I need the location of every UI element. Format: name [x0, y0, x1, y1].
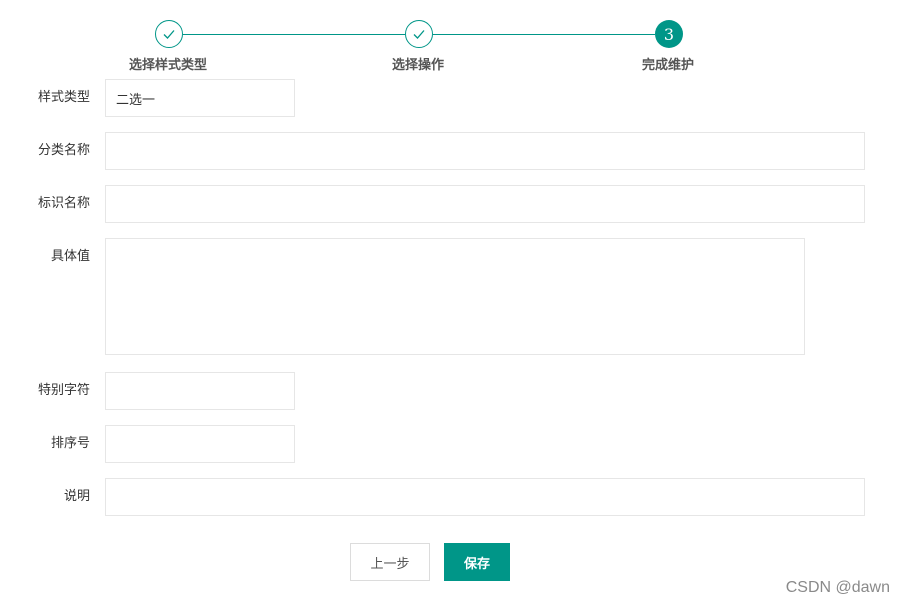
special-char-input[interactable] — [105, 372, 295, 410]
sort-number-label: 排序号 — [50, 436, 90, 451]
step-3-label: 完成维护 — [641, 58, 694, 73]
step-1-indicator[interactable] — [155, 20, 183, 48]
step-2-label: 选择操作 — [391, 58, 444, 73]
category-name-input[interactable] — [105, 132, 865, 170]
identifier-name-label: 标识名称 — [37, 196, 90, 211]
stepper: 选择样式类型 选择操作 3 完成维护 — [0, 0, 905, 75]
step-3-indicator[interactable]: 3 — [655, 20, 683, 48]
step-2-indicator[interactable] — [405, 20, 433, 48]
category-name-label: 分类名称 — [37, 143, 90, 158]
specific-value-label: 具体值 — [50, 249, 90, 264]
step-connector-2 — [433, 34, 655, 35]
step-1-label: 选择样式类型 — [128, 58, 207, 73]
prev-step-button[interactable]: 上一步 — [350, 543, 430, 581]
identifier-name-input[interactable] — [105, 185, 865, 223]
special-char-label: 特别字符 — [37, 383, 90, 398]
style-type-input[interactable] — [105, 79, 295, 117]
check-icon — [163, 30, 175, 39]
save-button[interactable]: 保存 — [444, 543, 510, 581]
description-label: 说明 — [63, 489, 90, 504]
specific-value-textarea[interactable] — [105, 238, 805, 355]
check-icon — [413, 30, 425, 39]
sort-number-input[interactable] — [105, 425, 295, 463]
style-type-label: 样式类型 — [37, 90, 90, 105]
step-connector-1 — [183, 34, 405, 35]
description-input[interactable] — [105, 478, 865, 516]
watermark: CSDN @dawn — [785, 579, 890, 596]
